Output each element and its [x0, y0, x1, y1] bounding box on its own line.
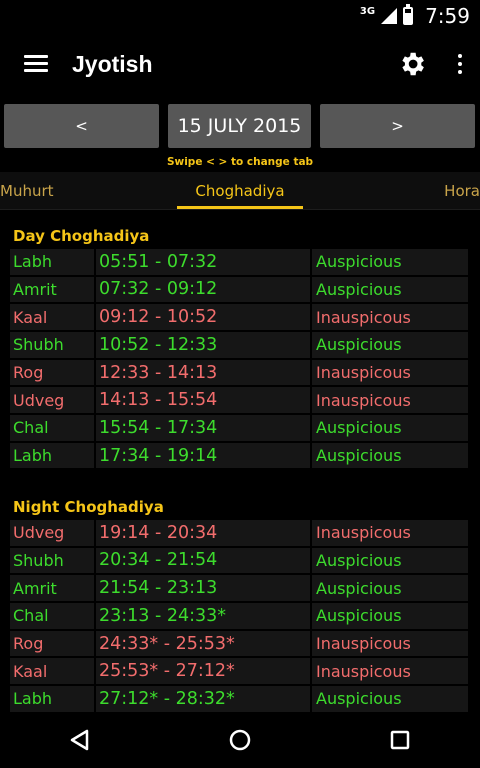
muhurat-name: Amrit: [10, 276, 94, 303]
muhurat-name: Labh: [10, 249, 94, 275]
muhurat-name: Shubh: [10, 547, 94, 574]
muhurat-time: 25:53* - 27:12*: [96, 658, 310, 684]
muhurat-name: Chal: [10, 603, 94, 629]
table-row: Labh 17:34 - 19:14 Auspicious: [10, 442, 468, 471]
muhurat-time: 20:34 - 21:54: [96, 547, 310, 574]
table-row: Amrit 21:54 - 23:13 Auspicious: [10, 575, 468, 603]
previous-day-button[interactable]: <: [4, 104, 159, 148]
muhurat-name: Labh: [10, 686, 94, 712]
table-row: Shubh 10:52 - 12:33 Auspicious: [10, 332, 468, 360]
tab-hora[interactable]: Hora: [444, 172, 480, 210]
next-day-button[interactable]: >: [320, 104, 475, 148]
muhurat-time: 17:34 - 19:14: [96, 442, 310, 469]
muhurat-time: 12:33 - 14:13: [96, 359, 310, 386]
muhurat-name: Udveg: [10, 387, 94, 413]
home-circle-icon[interactable]: [200, 712, 280, 768]
muhurat-time: 10:52 - 12:33: [96, 332, 310, 358]
table-row: Shubh 20:34 - 21:54 Auspicious: [10, 547, 468, 576]
muhurat-type: Auspicious: [312, 415, 468, 441]
muhurat-time: 15:54 - 17:34: [96, 415, 310, 441]
date-navigation: < 15 JULY 2015 >: [0, 104, 480, 148]
muhurat-type: Auspicious: [312, 276, 468, 303]
muhurat-type: Auspicious: [312, 547, 468, 574]
battery-icon: [403, 4, 414, 25]
back-triangle-icon[interactable]: [40, 712, 120, 768]
muhurat-type: Inauspicous: [312, 520, 468, 546]
muhurat-time: 19:14 - 20:34: [96, 520, 310, 546]
app-title: Jyotish: [72, 50, 153, 77]
muhurat-time: 07:32 - 09:12: [96, 276, 310, 303]
table-row: Chal 23:13 - 24:33* Auspicious: [10, 603, 468, 631]
status-time: 7:59: [425, 4, 470, 28]
recents-square-icon[interactable]: [360, 712, 440, 768]
table-row: Rog 12:33 - 14:13 Inauspicous: [10, 359, 468, 388]
muhurat-type: Auspicious: [312, 575, 468, 601]
tab-muhurt[interactable]: Muhurt: [0, 172, 54, 210]
network-type: 3G: [359, 5, 376, 17]
night-choghadiya-list: Udveg 19:14 - 20:34 Inauspicous Shubh 20:34 …: [10, 520, 468, 714]
more-vert-icon[interactable]: [440, 32, 480, 96]
muhurat-name: Chal: [10, 415, 94, 441]
tab-choghadiya[interactable]: Choghadiya: [177, 172, 303, 210]
muhurat-time: 14:13 - 15:54: [96, 387, 310, 413]
table-row: Udveg 19:14 - 20:34 Inauspicous: [10, 520, 468, 548]
muhurat-time: 27:12* - 28:32*: [96, 686, 310, 712]
muhurat-time: 05:51 - 07:32: [96, 249, 310, 275]
status-bar: 3G 7:59: [0, 0, 480, 32]
table-row: Rog 24:33* - 25:53* Inauspicous: [10, 630, 468, 659]
muhurat-type: Inauspicous: [312, 359, 468, 386]
day-choghadiya-list: Labh 05:51 - 07:32 Auspicious Amrit 07:32 - …: [10, 249, 468, 471]
muhurat-time: 09:12 - 10:52: [96, 304, 310, 330]
signal-icon: [381, 8, 398, 24]
muhurat-name: Shubh: [10, 332, 94, 358]
muhurat-name: Udveg: [10, 520, 94, 546]
table-row: Kaal 25:53* - 27:12* Inauspicous: [10, 658, 468, 686]
muhurat-type: Inauspicous: [312, 658, 468, 684]
muhurat-type: Auspicious: [312, 442, 468, 469]
table-row: Kaal 09:12 - 10:52 Inauspicous: [10, 304, 468, 332]
muhurat-time: 21:54 - 23:13: [96, 575, 310, 601]
muhurat-type: Inauspicous: [312, 304, 468, 330]
muhurat-time: 24:33* - 25:53*: [96, 630, 310, 657]
active-tab-indicator: [177, 206, 303, 209]
muhurat-type: Inauspicous: [312, 387, 468, 413]
muhurat-type: Auspicious: [312, 603, 468, 629]
night-section-title: Night Choghadiya: [13, 498, 164, 516]
muhurat-time: 23:13 - 24:33*: [96, 603, 310, 629]
muhurat-name: Rog: [10, 359, 94, 386]
muhurat-type: Auspicious: [312, 332, 468, 358]
day-section-title: Day Choghadiya: [13, 227, 150, 245]
muhurat-type: Auspicious: [312, 249, 468, 275]
swipe-hint: Swipe < > to change tab: [166, 156, 314, 168]
muhurat-type: Inauspicous: [312, 630, 468, 657]
muhurat-name: Rog: [10, 630, 94, 657]
table-row: Labh 27:12* - 28:32* Auspicious: [10, 686, 468, 714]
hamburger-icon[interactable]: [0, 32, 72, 96]
muhurat-name: Kaal: [10, 304, 94, 330]
muhurat-name: Amrit: [10, 575, 94, 601]
muhurat-type: Auspicious: [312, 686, 468, 712]
table-row: Chal 15:54 - 17:34 Auspicious: [10, 415, 468, 443]
table-row: Amrit 07:32 - 09:12 Auspicious: [10, 276, 468, 305]
table-row: Udveg 14:13 - 15:54 Inauspicous: [10, 387, 468, 415]
app-bar: Jyotish: [0, 32, 480, 96]
muhurat-name: Labh: [10, 442, 94, 469]
system-nav-bar: [0, 712, 480, 768]
gear-icon[interactable]: [384, 32, 440, 96]
table-row: Labh 05:51 - 07:32 Auspicious: [10, 249, 468, 277]
current-date-button[interactable]: 15 JULY 2015: [168, 104, 311, 148]
muhurat-name: Kaal: [10, 658, 94, 684]
tab-strip: Muhurt Choghadiya Hora: [0, 172, 480, 210]
